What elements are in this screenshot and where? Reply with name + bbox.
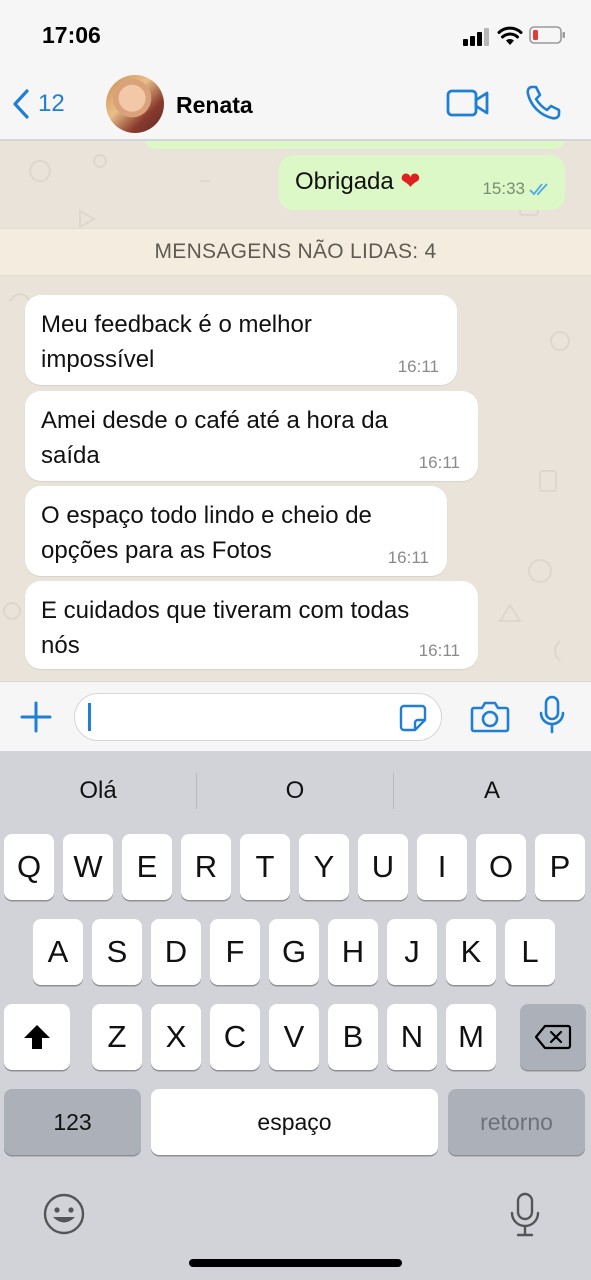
- message-text: opções para as Fotos: [41, 537, 272, 564]
- back-button[interactable]: 12: [12, 86, 65, 122]
- avatar[interactable]: [106, 75, 164, 133]
- message-text: E cuidados que tiveram com todas: [41, 597, 410, 624]
- camera-icon[interactable]: [470, 698, 510, 734]
- cellular-signal-icon: [463, 28, 491, 46]
- key-v[interactable]: V: [269, 1004, 319, 1070]
- space-key[interactable]: espaço: [151, 1089, 438, 1155]
- incoming-message[interactable]: Meu feedback é o melhor impossível 16:11: [25, 295, 457, 385]
- status-bar: 17:06: [0, 0, 591, 70]
- key-p[interactable]: P: [535, 834, 585, 900]
- key-l[interactable]: L: [505, 919, 555, 985]
- incoming-message[interactable]: Amei desde o café até a hora da saída 16…: [25, 391, 478, 481]
- message-time: 16:11: [397, 357, 439, 376]
- message-text: nós: [41, 632, 80, 659]
- key-u[interactable]: U: [358, 834, 408, 900]
- key-s[interactable]: S: [92, 919, 142, 985]
- predictive-text-bar: Olá O A: [0, 771, 591, 811]
- battery-icon: [529, 26, 565, 44]
- key-n[interactable]: N: [387, 1004, 437, 1070]
- outgoing-message[interactable]: Obrigada ❤ 15:33: [279, 155, 565, 210]
- heart-emoji: ❤: [400, 168, 421, 195]
- key-i[interactable]: I: [417, 834, 467, 900]
- plus-icon[interactable]: [19, 700, 53, 734]
- key-k[interactable]: K: [446, 919, 496, 985]
- key-x[interactable]: X: [151, 1004, 201, 1070]
- message-text: impossível: [41, 346, 155, 373]
- video-call-icon[interactable]: [446, 88, 490, 118]
- suggestion[interactable]: A: [394, 771, 590, 811]
- suggestion[interactable]: Olá: [0, 771, 196, 811]
- dictation-microphone-icon[interactable]: [508, 1192, 542, 1238]
- key-b[interactable]: B: [328, 1004, 378, 1070]
- status-time: 17:06: [42, 22, 101, 48]
- message-time: 16:11: [387, 548, 429, 567]
- key-t[interactable]: T: [240, 834, 290, 900]
- key-o[interactable]: O: [476, 834, 526, 900]
- message-text: Obrigada: [295, 168, 394, 195]
- return-key[interactable]: retorno: [448, 1089, 585, 1155]
- home-indicator[interactable]: [189, 1259, 402, 1267]
- incoming-message[interactable]: E cuidados que tiveram com todas nós 16:…: [25, 581, 478, 669]
- key-z[interactable]: Z: [92, 1004, 142, 1070]
- key-m[interactable]: M: [446, 1004, 496, 1070]
- key-c[interactable]: C: [210, 1004, 260, 1070]
- incoming-message[interactable]: O espaço todo lindo e cheio de opções pa…: [25, 486, 447, 576]
- key-d[interactable]: D: [151, 919, 201, 985]
- key-e[interactable]: E: [122, 834, 172, 900]
- shift-key[interactable]: [4, 1004, 70, 1070]
- keyboard: Olá O A Q W E R T Y U I O P A S D F G H …: [0, 751, 591, 1280]
- chevron-left-icon: [13, 89, 29, 119]
- contact-name[interactable]: Renata: [176, 92, 253, 119]
- message-composer: [0, 681, 591, 751]
- key-j[interactable]: J: [387, 919, 437, 985]
- key-g[interactable]: G: [269, 919, 319, 985]
- message-time: 16:11: [418, 641, 460, 660]
- message-text: saída: [41, 442, 100, 469]
- chat-header: 12 Renata: [0, 70, 591, 140]
- message-text: O espaço todo lindo e cheio de: [41, 502, 372, 529]
- key-r[interactable]: R: [181, 834, 231, 900]
- message-time: 16:11: [418, 453, 460, 472]
- unread-messages-banner: MENSAGENS NÃO LIDAS: 4: [0, 228, 591, 276]
- wifi-icon: [497, 26, 523, 45]
- message-text: Amei desde o café até a hora da: [41, 407, 388, 434]
- phone-call-icon[interactable]: [524, 84, 562, 122]
- message-text: Meu feedback é o melhor: [41, 311, 312, 338]
- key-w[interactable]: W: [63, 834, 113, 900]
- unread-chats-count: 12: [38, 90, 65, 117]
- numbers-key[interactable]: 123: [4, 1089, 141, 1155]
- key-f[interactable]: F: [210, 919, 260, 985]
- backspace-icon: [534, 1024, 572, 1050]
- backspace-key[interactable]: [520, 1004, 586, 1070]
- message-list[interactable]: Obrigada ❤ 15:33 MENSAGENS NÃO LIDAS: 4 …: [0, 141, 591, 681]
- shift-arrow-icon: [24, 1025, 50, 1049]
- key-a[interactable]: A: [33, 919, 83, 985]
- previous-message-partial: [145, 141, 565, 149]
- emoji-icon[interactable]: [42, 1192, 86, 1236]
- key-y[interactable]: Y: [299, 834, 349, 900]
- double-check-icon: [529, 183, 548, 196]
- key-h[interactable]: H: [328, 919, 378, 985]
- message-time: 15:33: [482, 179, 525, 198]
- suggestion[interactable]: O: [197, 771, 393, 811]
- key-q[interactable]: Q: [4, 834, 54, 900]
- message-input[interactable]: [74, 693, 442, 741]
- microphone-icon[interactable]: [538, 695, 566, 735]
